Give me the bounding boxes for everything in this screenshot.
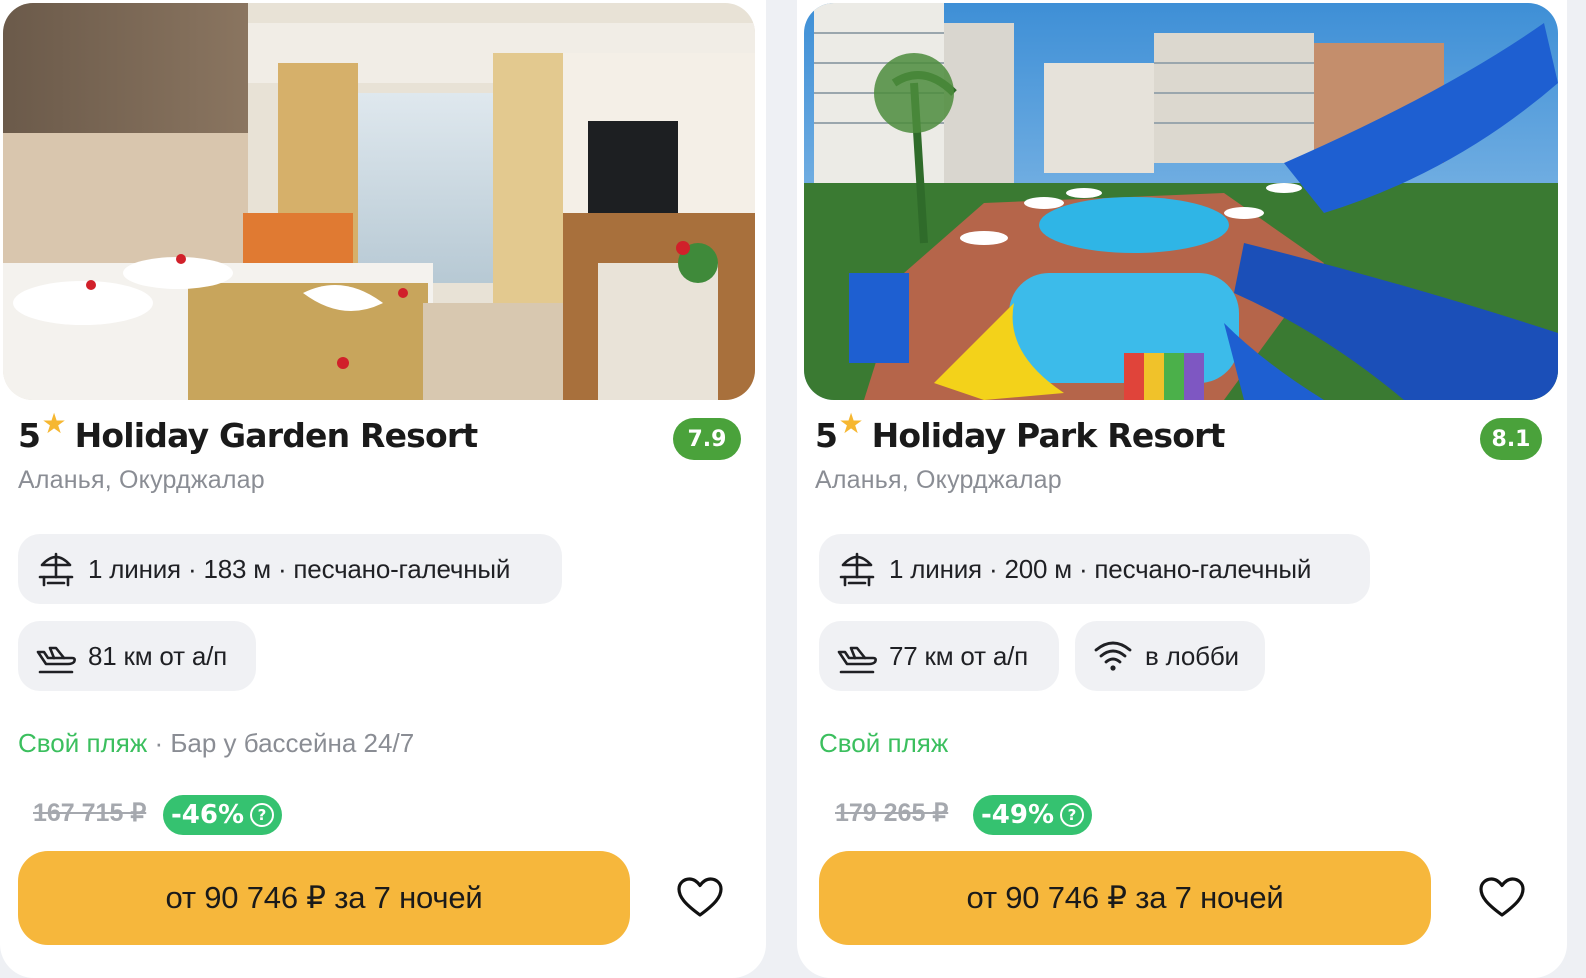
star-count: 5: [18, 416, 41, 455]
feature-pool-bar: Бар у бассейна 24/7: [170, 728, 415, 758]
hotel-photo[interactable]: [804, 3, 1558, 400]
book-price-button[interactable]: от 90 746 ₽ за 7 ночей: [819, 851, 1431, 945]
airport-distance: 77 км от а/п: [889, 640, 1029, 671]
discount-badge[interactable]: -46% ?: [163, 795, 283, 835]
hotel-card[interactable]: 5 ★ Holiday Garden Resort 7.9 Аланья, Ок…: [0, 0, 766, 978]
feature-separator: ·: [147, 728, 171, 758]
feature-own-beach: Свой пляж: [819, 728, 949, 758]
discount-value: -49%: [981, 800, 1055, 830]
hotel-title[interactable]: 5 ★ Holiday Garden Resort: [18, 407, 479, 455]
plane-landing-icon: [837, 646, 877, 674]
heart-icon[interactable]: [675, 873, 725, 923]
hotel-name[interactable]: Holiday Park Resort: [872, 416, 1226, 455]
features-line: Свой пляж · Бар у бассейна 24/7: [18, 728, 414, 759]
hotel-name[interactable]: Holiday Garden Resort: [75, 416, 479, 455]
star-icon: ★: [41, 407, 67, 440]
discount-value: -46%: [171, 800, 245, 830]
old-price: 179 265 ₽: [835, 799, 949, 827]
hotel-location: Аланья, Окурджалар: [815, 466, 1062, 494]
beach-umbrella-icon: [839, 552, 875, 587]
feature-own-beach: Свой пляж: [18, 728, 148, 758]
star-icon: ★: [838, 407, 864, 440]
info-icon[interactable]: ?: [1060, 803, 1085, 827]
wifi-icon: [1094, 641, 1132, 671]
plane-landing-icon: [36, 646, 76, 674]
airport-distance: 81 км от а/п: [88, 640, 228, 671]
discount-badge[interactable]: -49% ?: [973, 795, 1093, 835]
info-icon[interactable]: ?: [250, 803, 275, 827]
features-line: Свой пляж: [819, 728, 948, 759]
hotel-location: Аланья, Окурджалар: [18, 466, 265, 494]
beach-info: 1 линия · 200 м · песчано-галечный: [889, 553, 1312, 584]
old-price: 167 715 ₽: [33, 799, 147, 827]
beach-chip: 1 линия · 183 м · песчано-галечный: [18, 534, 562, 604]
airport-chip: 81 км от а/п: [18, 621, 256, 691]
beach-chip: 1 линия · 200 м · песчано-галечный: [819, 534, 1370, 604]
beach-info: 1 линия · 183 м · песчано-галечный: [88, 553, 511, 584]
hotel-photo[interactable]: [3, 3, 755, 400]
book-price-button[interactable]: от 90 746 ₽ за 7 ночей: [18, 851, 630, 945]
beach-umbrella-icon: [38, 552, 74, 587]
hotel-title[interactable]: 5 ★ Holiday Park Resort: [815, 407, 1226, 455]
wifi-info: в лобби: [1145, 640, 1239, 671]
heart-icon[interactable]: [1477, 873, 1527, 923]
rating-badge: 8.1: [1480, 418, 1542, 460]
star-count: 5: [815, 416, 838, 455]
rating-badge: 7.9: [673, 418, 741, 460]
airport-chip: 77 км от а/п: [819, 621, 1059, 691]
hotel-card[interactable]: 5 ★ Holiday Park Resort 8.1 Аланья, Окур…: [797, 0, 1567, 978]
wifi-chip: в лобби: [1075, 621, 1265, 691]
